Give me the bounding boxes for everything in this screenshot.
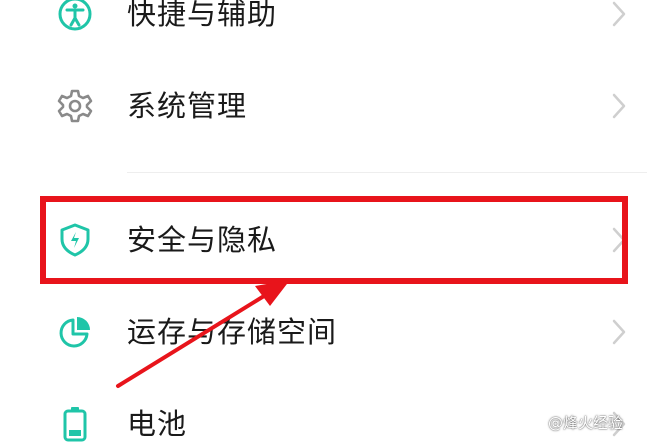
chevron-right-icon (612, 319, 626, 345)
settings-item-label: 电池 (127, 407, 188, 441)
settings-item-system-management[interactable]: 系统管理 (0, 66, 647, 146)
section-divider (127, 172, 647, 173)
watermark: @烽火经验 (528, 411, 623, 433)
gear-icon (57, 89, 93, 123)
watermark-text: @烽火经验 (548, 413, 624, 432)
settings-item-memory-storage[interactable]: 运存与存储空间 (0, 292, 647, 372)
settings-item-label: 运存与存储空间 (127, 315, 338, 349)
pie-chart-icon (59, 317, 90, 348)
settings-item-label: 系统管理 (127, 89, 248, 123)
settings-item-label: 安全与隐私 (127, 223, 278, 257)
chevron-right-icon (612, 93, 626, 119)
settings-item-shortcuts-accessibility[interactable]: 快捷与辅助 (0, 0, 647, 54)
settings-item-label: 快捷与辅助 (127, 0, 278, 31)
chevron-right-icon (612, 227, 626, 253)
settings-item-security-privacy[interactable]: 安全与隐私 (0, 200, 647, 280)
battery-icon (63, 407, 87, 442)
shield-icon (60, 223, 90, 257)
settings-screen: 快捷与辅助 系统管理 安全与隐私 运存与存储空间 电池 @烽火经验 (0, 0, 647, 446)
accessibility-icon (58, 0, 92, 31)
chevron-right-icon (612, 1, 626, 27)
flower-logo-icon (528, 414, 545, 428)
